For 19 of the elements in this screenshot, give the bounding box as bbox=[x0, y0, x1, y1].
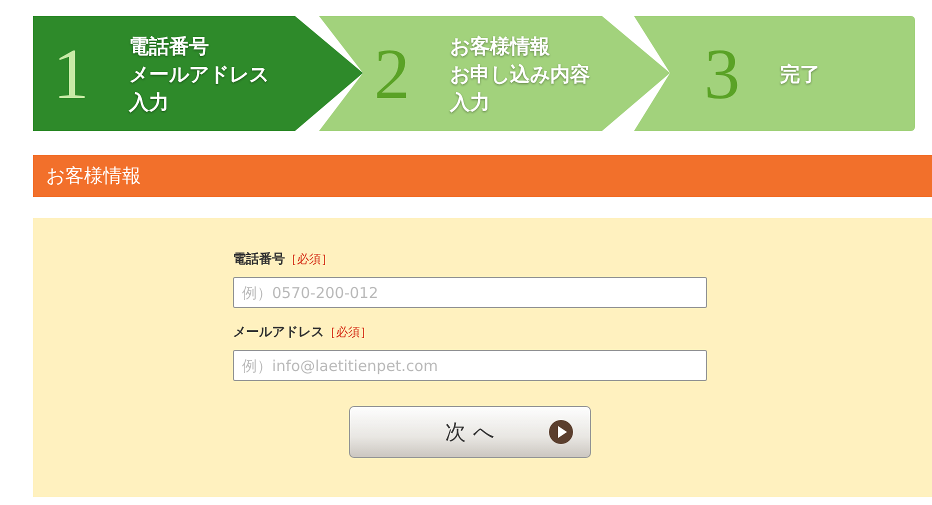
step-number: 1 bbox=[53, 38, 90, 110]
required-note: ［必須］ bbox=[285, 252, 333, 266]
field-label: 電話番号 bbox=[233, 252, 285, 267]
step-label: お申し込み内容 bbox=[450, 60, 590, 88]
required-note: ［必須］ bbox=[324, 325, 372, 339]
step-label: 電話番号 bbox=[129, 32, 209, 60]
step-label: 入力 bbox=[450, 88, 490, 116]
step-number: 3 bbox=[704, 38, 741, 110]
input-field[interactable]: 例）0570-200-012 bbox=[233, 277, 707, 308]
section-title: お客様情報 bbox=[46, 164, 141, 189]
step-label: メールアドレス bbox=[129, 60, 269, 88]
next-button[interactable]: 次 へ bbox=[349, 406, 591, 458]
step-label: お客様情報 bbox=[450, 32, 550, 60]
field-label: メールアドレス bbox=[233, 325, 324, 340]
step-label: 入力 bbox=[129, 88, 169, 116]
step-number: 2 bbox=[374, 38, 411, 110]
input-field[interactable]: 例）info@laetitienpet.com bbox=[233, 350, 707, 381]
play-icon bbox=[549, 420, 573, 444]
step-label: 完了 bbox=[780, 60, 820, 88]
